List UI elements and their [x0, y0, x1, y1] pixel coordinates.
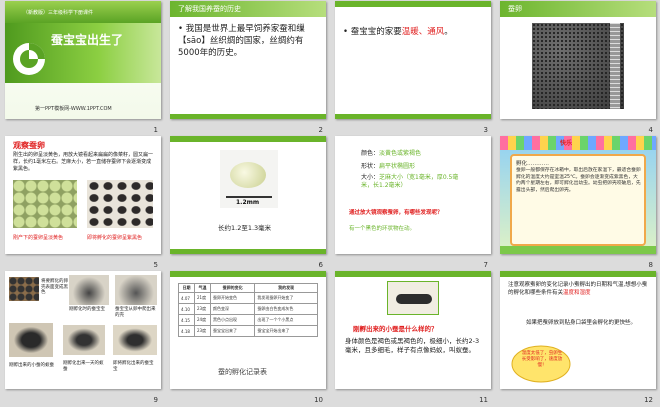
larva-photo [9, 323, 53, 357]
yellow-eggs-photo [13, 180, 77, 228]
silkworm-eggs-photo [532, 23, 624, 109]
slide7-question: 通过放大镜观察蚕卵，有哪些发现呢？ [349, 210, 443, 216]
slide-sorter-grid: （新教版）三年级科学下册课件 蚕宝宝出生了 第一PPT模板网-WWW.1PPT.… [2, 1, 660, 405]
slide-number: 10 [314, 396, 323, 404]
slide8-heading: 孵化………… [516, 161, 550, 167]
slide12-body1: 注意观察蚕卵的变化记录小蚕孵出的日期和气温,想想小蚕的孵化和哪些条件有关温度和湿… [508, 282, 648, 296]
ant-silkworm-photo [387, 281, 439, 315]
slide-number: 8 [648, 261, 653, 269]
slide-thumb-11[interactable]: 刚孵出来的小蚕是什么样的？ 身体颜色是褐色或黑褐色的，极细小，长约2-3毫米，且… [332, 271, 496, 406]
slide-number: 3 [483, 126, 488, 134]
slide-number: 7 [483, 261, 488, 269]
pie-logo-icon [13, 43, 45, 75]
eggs-photo [9, 277, 39, 301]
color-label: 颜色： [361, 150, 380, 157]
hatching-photo [69, 275, 109, 305]
table-row: 4.10 23度 颜色变深 蚕卵由白色变成灰色 [178, 303, 318, 315]
single-egg-photo: 1.2mm [220, 150, 278, 208]
slide5-title: 观察蚕卵 [13, 141, 45, 150]
slide12-body2: 如果把蚕卵放到贴身口袋里会孵化的更快些。 [526, 320, 637, 326]
slide3-body: • 蚕宝宝的家要温暖、通风。 [343, 27, 453, 37]
dark-eggs-photo [87, 180, 153, 228]
color-value: 淡黄色或紫褐色 [379, 150, 422, 157]
slide-number: 1 [153, 126, 158, 134]
photo-label: 刚孵化出来一天的蚁蚕 [63, 361, 104, 372]
text-card: 孵化………… 蚕卵一般都保存在冰箱中，取出后放在家温下，最适合蚕卵孵化的温度大约… [510, 154, 646, 246]
photo-label: 即将孵化出来的蚕宝宝 [113, 361, 154, 372]
slide-thumb-12[interactable]: 注意观察蚕卵的变化记录小蚕孵出的日期和气温,想想小蚕的孵化和哪些条件有关温度和湿… [497, 271, 660, 406]
slide5-body: 刚生出的卵呈淡黄色，用放大镜看起来扁扁的像菜籽，圆又扁一样，长约1毫米左右。芝麻… [13, 152, 154, 172]
slide2-header: 了解我国养蚕的历史 [178, 5, 241, 13]
slide4-header: 蚕卵 [508, 5, 522, 13]
scale-label: 1.2mm [236, 199, 260, 206]
larva-photo [113, 325, 157, 355]
slide-number: 12 [644, 396, 653, 404]
photo-label: 蚕宝宝从卵中爬出来的壳 [115, 307, 156, 318]
slide11-body: 身体颜色是褐色或黑褐色的，极细小，长约2-3毫米，且多细毛，样子有点像蚂蚁，叫蚁… [345, 337, 480, 354]
slide-thumb-7[interactable]: 颜色：淡黄色或紫褐色 形状：扁平状椭圆形 大小：芝麻大小（宽1毫米，厚0.5毫米… [332, 136, 496, 271]
slide5-caption-right: 即将孵化的蚕卵呈紫黑色 [87, 235, 143, 241]
slide-number: 9 [153, 396, 158, 404]
slide-thumb-6[interactable]: 1.2mm 长约1.2至1.3毫米 6 [167, 136, 331, 271]
size-label: 大小： [361, 174, 380, 181]
table-row: 4.07 21度 蚕卵开始变色 我发现蚕卵开始变了 [178, 292, 318, 304]
slide-number: 5 [153, 261, 158, 269]
slide11-question: 刚孵出来的小蚕是什么样的？ [353, 325, 438, 333]
slide6-caption: 长约1.2至1.3毫米 [218, 224, 272, 232]
ruler-icon [610, 23, 620, 109]
slide2-body: • 我国是世界上最早饲养家蚕和缫【sāo】丝织绸的国家，丝绸约有5000年的历史… [178, 24, 305, 58]
slide-thumb-3[interactable]: • 蚕宝宝的家要温暖、通风。 3 [332, 1, 496, 136]
hatch-record-table: 日期 气温 蚕卵的变化 我的发现 4.07 21度 蚕卵开始变色 我发现蚕卵开始… [178, 283, 318, 337]
slide1-footer: 第一PPT模板网-WWW.1PPT.COM [35, 106, 112, 112]
photo-label: 刚孵化时的蚕宝宝 [69, 307, 105, 312]
slide1-subtitle: （新教版）三年级科学下册课件 [23, 10, 94, 16]
larva-photo [63, 325, 105, 355]
shape-label: 形状： [361, 163, 380, 170]
hatching-photo [115, 275, 157, 305]
slide-thumb-9[interactable]: 将要孵化的卵壳表面变成黑色 刚孵化时的蚕宝宝 蚕宝宝从卵中爬出来的壳 刚孵出来的… [2, 271, 166, 406]
slide-thumb-5[interactable]: 观察蚕卵 刚生出的卵呈淡黄色，用放大镜看起来扁扁的像菜籽，圆又扁一样，长约1毫米… [2, 136, 166, 271]
slide1-title: 蚕宝宝出生了 [51, 33, 124, 47]
table-header-row: 日期 气温 蚕卵的变化 我的发现 [178, 283, 318, 293]
slide7-answer: 有一个黑色的环状物在动。 [349, 226, 416, 232]
slide-number: 4 [648, 126, 653, 134]
slide8-badge: 快乐 [560, 140, 573, 147]
slide8-body: 蚕卵一般都保存在冰箱中，取出后放在家温下，最适合蚕卵孵化的温度大约是室温25℃。… [516, 168, 641, 193]
slide12-cloud-text: 温度太低了，虫卵生长受影响了，速度放慢！ [521, 351, 563, 368]
photo-label: 将要孵化的卵壳表面变成黑色 [41, 279, 68, 295]
slide-thumb-8[interactable]: 快乐 孵化………… 蚕卵一般都保存在冰箱中，取出后放在家温下，最适合蚕卵孵化的温… [497, 136, 660, 271]
slide-number: 11 [479, 396, 488, 404]
slide5-caption-left: 刚产下的蚕卵呈淡黄色 [13, 235, 64, 241]
bunting-decoration [500, 136, 656, 150]
table-row: 4.18 23度 蚕宝宝出来了 蚕宝宝开始出来了 [178, 325, 318, 337]
slide-number: 6 [318, 261, 323, 269]
slide-thumb-1[interactable]: （新教版）三年级科学下册课件 蚕宝宝出生了 第一PPT模板网-WWW.1PPT.… [2, 1, 166, 136]
slide-number: 2 [318, 126, 323, 134]
slide10-caption: 蚕的孵化记录表 [218, 368, 267, 376]
slide-thumb-10[interactable]: 日期 气温 蚕卵的变化 我的发现 4.07 21度 蚕卵开始变色 我发现蚕卵开始… [167, 271, 331, 406]
slide-thumb-2[interactable]: 了解我国养蚕的历史 • 我国是世界上最早饲养家蚕和缫【sāo】丝织绸的国家，丝绸… [167, 1, 331, 136]
shape-value: 扁平状椭圆形 [379, 163, 416, 170]
photo-label: 刚孵出来的小蚕的蚁蚕 [9, 363, 54, 368]
slide-thumb-4[interactable]: 蚕卵 4 [497, 1, 660, 136]
table-row: 4.15 24度 黑色小点出现 出现了一个个小黑点 [178, 314, 318, 326]
